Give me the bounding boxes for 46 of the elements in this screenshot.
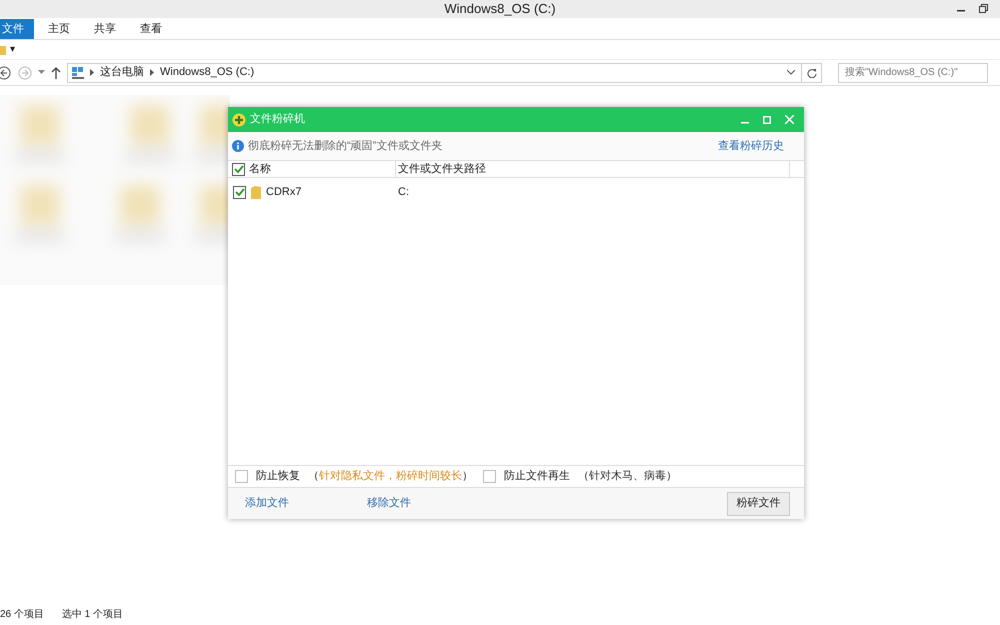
caret-icon[interactable]: [38, 70, 45, 75]
ribbon-tab[interactable]: 共享: [84, 19, 126, 39]
ribbon-tab[interactable]: 查看: [130, 19, 172, 39]
file-name: CDRx7: [266, 184, 302, 200]
back-icon[interactable]: [0, 66, 12, 80]
breadcrumb[interactable]: 这台电脑: [100, 64, 144, 81]
selection-count: 选中 1 个项目: [62, 608, 124, 622]
file-path: C:: [397, 184, 409, 200]
checkbox[interactable]: [232, 162, 245, 176]
chevron-icon[interactable]: [150, 69, 154, 76]
refresh-icon[interactable]: [806, 68, 816, 78]
option-label: 防止恢复: [256, 469, 300, 484]
column-header: 名称: [249, 162, 271, 177]
item-count: 26 个项目: [0, 608, 44, 622]
shredder-logo-icon: [232, 112, 246, 126]
folder-icon: [251, 186, 261, 198]
column-header: 文件或文件夹路径: [398, 162, 486, 177]
address-bar[interactable]: 这台电脑 Windows8_OS (C:): [67, 62, 822, 82]
chevron-icon[interactable]: [90, 69, 94, 76]
option-note: 针对隐私文件，粉碎时间较长: [319, 468, 462, 484]
dropdown-icon[interactable]: [787, 70, 795, 75]
option-label: 防止文件再生: [504, 468, 570, 484]
ribbon-tab[interactable]: 文件: [0, 19, 34, 39]
remove-file-link[interactable]: 移除文件: [367, 495, 411, 512]
search-field[interactable]: 搜索"Windows8_OS (C:)": [838, 62, 988, 82]
parenthesis: （: [308, 469, 319, 484]
breadcrumb[interactable]: Windows8_OS (C:): [160, 64, 254, 81]
customize-dropdown[interactable]: ▾: [10, 42, 15, 57]
ribbon-tab[interactable]: 主页: [38, 19, 80, 39]
dialog-title: 文件粉碎机: [250, 112, 305, 128]
up-arrow-icon[interactable]: [51, 66, 61, 78]
parenthesis: ）: [666, 469, 677, 484]
info-icon: [232, 140, 244, 152]
parenthesis: （: [578, 469, 589, 484]
checkbox[interactable]: [235, 470, 248, 483]
option-note: 针对木马、病毒: [589, 469, 666, 484]
parenthesis: ）: [462, 469, 473, 484]
checkbox[interactable]: [233, 186, 246, 198]
restore-icon[interactable]: [979, 4, 988, 13]
info-text: 彻底粉碎无法删除的“顽固”文件或文件夹: [248, 138, 442, 154]
computer-icon: [72, 66, 84, 78]
history-link[interactable]: 查看粉碎历史: [718, 138, 800, 154]
window-title: Windows8_OS (C:): [444, 0, 556, 18]
checkbox[interactable]: [483, 470, 496, 483]
add-file-link[interactable]: 添加文件: [245, 495, 367, 512]
shred-button[interactable]: 粉碎文件: [727, 492, 790, 516]
